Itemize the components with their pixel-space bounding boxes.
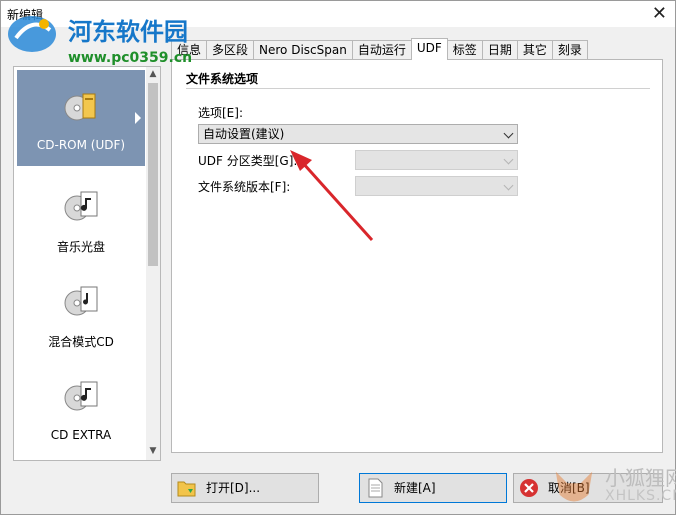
list-item-label: 音乐光盘 — [56, 240, 105, 254]
watermark-site-name: 河东软件园 — [68, 17, 188, 46]
cancel-icon — [520, 479, 538, 497]
option-select-value: 自动设置(建议) — [203, 127, 285, 141]
tab-other[interactable]: 其它 — [516, 40, 553, 59]
list-item-cd-rom-udf[interactable]: CD-ROM (UDF) — [17, 70, 145, 166]
list-item-label: 混合模式CD — [48, 335, 114, 349]
cd-rom-icon — [64, 93, 96, 121]
chevron-down-icon — [503, 154, 514, 165]
new-button-label: 新建[A] — [394, 481, 436, 495]
list-item-label: CD EXTRA — [50, 428, 112, 442]
corner-watermark: 小狐狸网 XHLKS.CN — [545, 462, 676, 512]
tab-date[interactable]: 日期 — [481, 40, 518, 59]
scroll-up-icon[interactable]: ▲ — [146, 69, 160, 81]
chevron-down-icon — [503, 128, 514, 139]
watermark-url: www.pc0359.cn — [68, 50, 193, 66]
music-cd-icon — [64, 191, 98, 221]
tab-autorun[interactable]: 自动运行 — [351, 40, 412, 59]
fs-version-label: 文件系统版本[F]: — [198, 180, 291, 194]
tab-label: UDF — [416, 41, 442, 55]
fs-version-select — [355, 176, 518, 196]
tab-nero-discspan[interactable]: Nero DiscSpan — [253, 40, 353, 59]
corner-watermark-url: XHLKS.CN — [605, 488, 676, 504]
selected-arrow-icon — [135, 112, 141, 124]
list-item-label: CD-ROM (UDF) — [36, 138, 126, 152]
new-compilation-window: 新编辑 ✕ 信息 多区段 Nero DiscSpan 自动运行 UDF 标签 日… — [0, 0, 676, 515]
tab-label: 多区段 — [212, 43, 249, 57]
tab-label: Nero DiscSpan — [259, 43, 347, 57]
compilation-type-list: CD-ROM (UDF) 音乐光盘 混合模式CD CD EXTRA ▲ ▼ — [13, 66, 161, 461]
fox-logo-icon — [555, 471, 593, 502]
tab-burn[interactable]: 刻录 — [551, 40, 588, 59]
tab-multisession[interactable]: 多区段 — [206, 40, 255, 59]
option-label: 选项[E]: — [198, 106, 243, 120]
udf-options-panel: 文件系统选项 选项[E]: 自动设置(建议) UDF 分区类型[G]: 文件系统… — [171, 59, 663, 453]
scroll-down-icon[interactable]: ▼ — [146, 446, 160, 458]
scroll-thumb[interactable] — [148, 83, 158, 266]
list-item-music-cd[interactable]: 音乐光盘 — [17, 170, 145, 266]
chevron-down-icon — [503, 180, 514, 191]
partition-type-select — [355, 150, 518, 170]
new-button[interactable]: 新建[A] — [359, 473, 507, 503]
sidebar-scrollbar[interactable]: ▲ ▼ — [146, 67, 160, 460]
close-icon[interactable]: ✕ — [652, 3, 667, 24]
option-select[interactable]: 自动设置(建议) — [198, 124, 518, 144]
tab-label: 日期 — [487, 43, 512, 57]
site-logo-icon — [8, 16, 56, 52]
tab-strip: 信息 多区段 Nero DiscSpan 自动运行 UDF 标签 日期 其它 刻… — [171, 38, 588, 60]
list-item-cd-extra[interactable]: CD EXTRA — [17, 360, 145, 456]
cd-extra-icon — [64, 381, 98, 411]
tab-label: 刻录 — [557, 43, 582, 57]
open-button-label: 打开[D]... — [206, 481, 261, 495]
mixed-mode-cd-icon — [64, 286, 98, 316]
new-document-icon — [368, 478, 383, 498]
partition-type-label: UDF 分区类型[G]: — [198, 154, 298, 168]
folder-open-icon — [177, 481, 196, 497]
section-divider — [186, 88, 650, 89]
tab-label: 自动运行 — [357, 43, 406, 57]
tab-label: 标签 — [452, 43, 477, 57]
section-title: 文件系统选项 — [186, 72, 259, 86]
list-item-mixed-mode-cd[interactable]: 混合模式CD — [17, 265, 145, 361]
tab-label: 其它 — [522, 43, 547, 57]
open-button[interactable]: 打开[D]... — [171, 473, 319, 503]
tab-label-settings[interactable]: 标签 — [446, 40, 483, 59]
corner-watermark-text: 小狐狸网 — [605, 466, 676, 490]
tab-udf[interactable]: UDF — [410, 38, 448, 60]
